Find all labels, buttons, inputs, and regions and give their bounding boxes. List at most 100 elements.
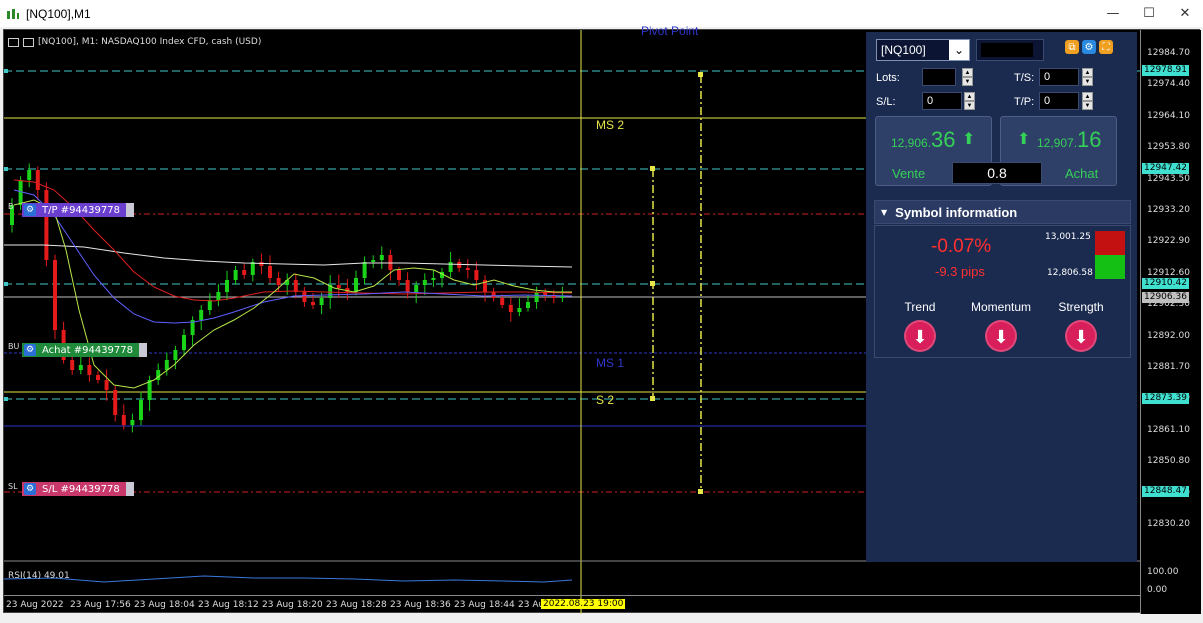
buy-caption: Achat (1065, 166, 1099, 181)
chart-bars-icon[interactable] (23, 37, 34, 47)
time-tick-label: 23 Aug 18:04 (134, 600, 195, 610)
gear-icon[interactable]: ⚙ (24, 483, 36, 495)
time-tick-label: 23 Aug 18:36 (390, 600, 451, 610)
symbol-select[interactable]: [NQ100] ⌄ (876, 39, 970, 61)
rsi-scale-max: 100.00 (1147, 567, 1179, 577)
arrow-up-icon: ⬆ (1017, 129, 1031, 148)
gear-icon[interactable]: ⚙ (1082, 40, 1096, 54)
chevron-down-icon[interactable]: ⌄ (949, 40, 969, 60)
time-tick-label: 23 Aug 17:56 (70, 600, 131, 610)
one-click-trading-panel: [NQ100] ⌄ ⧉ ⚙ ⛶ Lots: ▲ ▼ T/S: 0 ▲ ▼ S/L: … (866, 32, 1137, 562)
price-level-tag: 12978.91 (1142, 65, 1189, 76)
time-axis[interactable]: 23 Aug 2022 23 Aug 17:56 23 Aug 18:04 23 Au… (4, 595, 1140, 614)
price-level-tag: 12873.39 (1142, 393, 1189, 404)
expand-icon[interactable]: ⛶ (1099, 40, 1113, 54)
time-tick-label: 23 Aug 18:20 (262, 600, 323, 610)
price-level-tag: 12848.47 (1142, 486, 1189, 497)
price-tick-label: 12850.80 (1147, 456, 1190, 467)
level-ms1-label: MS 1 (596, 356, 625, 370)
lots-label: Lots: (876, 72, 900, 84)
price-level-tag: 12906.36 (1142, 292, 1189, 303)
buy-order-label: Achat #94439778 (42, 344, 134, 356)
strength-indicator: Strength ⬇ (1041, 300, 1121, 352)
window-title: [NQ100],M1 (26, 6, 91, 21)
buy-price-prefix: 12,907. (1037, 136, 1078, 150)
price-tick-label: 12892.00 (1147, 330, 1190, 341)
terminal-window: [NQ100],M1 — ☐ ✕ [NQ100], M1: NASDAQ100 … (0, 0, 1203, 623)
chart-title: [NQ100], M1: NASDAQ100 Index CFD, cash (… (8, 37, 261, 47)
sl-order-label: S/L #94439778 (42, 483, 120, 495)
low-bar (1095, 255, 1125, 279)
price-level-tag: 12910.42 (1142, 278, 1189, 289)
price-tick-label: 12933.20 (1147, 205, 1190, 215)
collapse-icon[interactable]: ▼ (881, 208, 887, 217)
buy-order-tag[interactable]: ⚙ Achat #94439778 (22, 343, 148, 357)
price-tick-label: 12922.90 (1147, 236, 1190, 247)
tp-stepper[interactable]: ▲ ▼ (1082, 92, 1093, 110)
drag-handle[interactable] (125, 203, 134, 217)
level-s2-label: S 2 (596, 393, 615, 407)
arrow-up-icon: ⬆ (962, 129, 976, 148)
take-profit-order-tag[interactable]: ⚙ T/P #94439778 (22, 203, 134, 217)
price-tick-label: 12861.10 (1147, 424, 1190, 435)
sl-side-mark: SL (8, 482, 18, 491)
arrow-down-icon: ⬇ (1065, 320, 1097, 352)
sell-price-pips: 36 (931, 127, 956, 152)
copy-icon[interactable]: ⧉ (1065, 40, 1079, 54)
rsi-indicator-label: RSI(14) 49.01 (8, 571, 70, 581)
price-tick-label: 12984.70 (1147, 48, 1190, 58)
lots-input[interactable] (922, 68, 956, 86)
stop-loss-order-tag[interactable]: ⚙ S/L #94439778 (22, 482, 134, 496)
symbol-information-header[interactable]: ▼ Symbol information (874, 200, 1131, 224)
sl-stepper[interactable]: ▲ ▼ (964, 92, 975, 110)
spread-value: 0.8 (952, 162, 1042, 184)
price-tick-label: 12964.10 (1147, 110, 1190, 121)
buy-price-pips: 16 (1077, 127, 1102, 152)
tp-side-mark: B (8, 202, 14, 211)
ts-label: T/S: (1014, 72, 1035, 84)
chart-area[interactable]: [NQ100], M1: NASDAQ100 Index CFD, cash (… (3, 24, 1201, 614)
time-tick-label: 23 Aug 18:28 (326, 600, 387, 610)
momentum-label: Momentum (970, 300, 1032, 314)
level-ms2-label: MS 2 (596, 118, 625, 132)
tp-label: T/P: (1014, 96, 1035, 108)
maximize-button[interactable]: ☐ (1131, 0, 1167, 27)
chart-symbol-description: [NQ100], M1: NASDAQ100 Index CFD, cash (… (38, 37, 262, 47)
crosshair-time-label: 2022.08.23 19:00 (541, 599, 626, 609)
lots-stepper[interactable]: ▲ ▼ (962, 68, 973, 86)
gear-icon[interactable]: ⚙ (24, 344, 36, 356)
pivot-point-label: Pivot Point (641, 24, 699, 38)
section-title: Symbol information (895, 204, 1018, 220)
ts-input[interactable]: 0 (1039, 68, 1079, 86)
arrow-down-icon: ⬇ (904, 320, 936, 352)
price-axis[interactable]: 12984.70 12974.40 12964.10 12953.80 12943.50… (1140, 30, 1201, 614)
price-tick-label: 12953.80 (1147, 142, 1190, 153)
sl-label: S/L: (876, 96, 896, 108)
change-percent: -0.07% (931, 236, 992, 257)
arrow-down-icon: ⬇ (985, 320, 1017, 352)
tp-input[interactable]: 0 (1039, 92, 1079, 110)
price-tick-label: 12881.70 (1147, 362, 1190, 372)
sl-input[interactable]: 0 (922, 92, 962, 110)
price-tick-label: 12912.60 (1147, 267, 1190, 278)
tp-order-label: T/P #94439778 (42, 204, 120, 216)
minimize-button[interactable]: — (1095, 0, 1131, 27)
sell-price-prefix: 12,906. (891, 136, 932, 150)
ts-stepper[interactable]: ▲ ▼ (1082, 68, 1093, 86)
symbol-information-box: -0.07% -9.3 pips 13,001.25 12,806.58 Tre… (874, 225, 1131, 358)
price-tick-label: 12943.50 (1147, 173, 1190, 184)
day-low: 12,806.58 (1047, 268, 1093, 278)
day-high: 13,001.25 (1045, 232, 1091, 242)
momentum-indicator: Momentum ⬇ (961, 300, 1041, 352)
close-button[interactable]: ✕ (1167, 0, 1203, 27)
symbol-value: [NQ100] (881, 43, 926, 57)
drag-handle[interactable] (125, 482, 134, 496)
trend-label: Trend (904, 300, 936, 314)
rsi-scale-min: 0.00 (1147, 585, 1168, 595)
chart-mode-icon[interactable] (8, 37, 19, 47)
account-field[interactable] (976, 39, 1044, 61)
drag-handle[interactable] (139, 343, 148, 357)
strength-label: Strength (1058, 300, 1104, 314)
gear-icon[interactable]: ⚙ (24, 204, 36, 216)
buy-side-mark: BU (8, 342, 20, 351)
